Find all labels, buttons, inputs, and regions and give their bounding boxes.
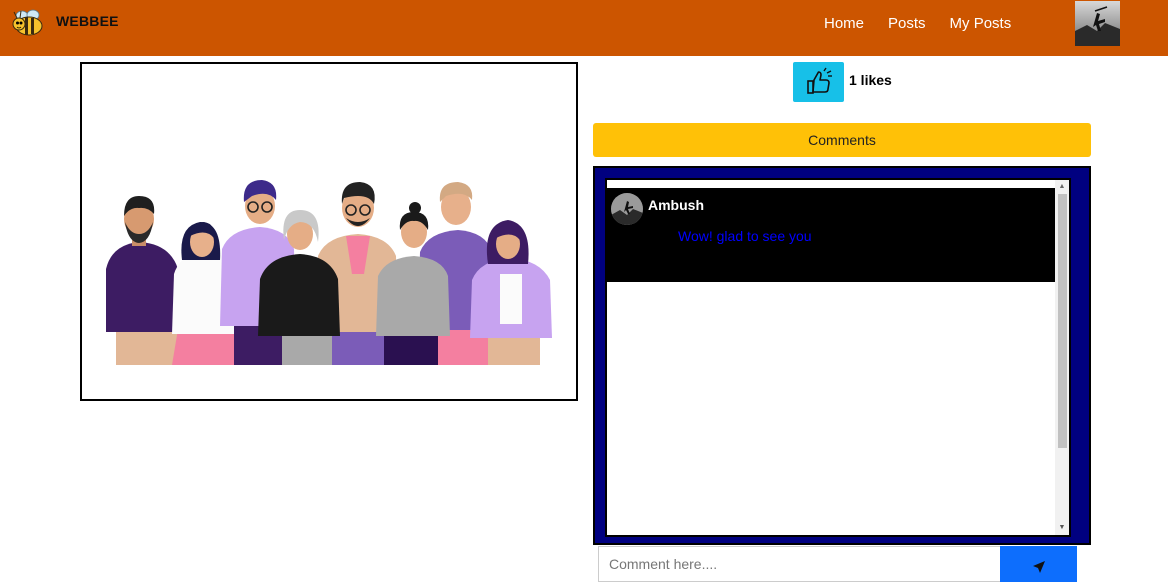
scroll-down-arrow-icon[interactable]: ▼	[1055, 523, 1069, 533]
group-of-people-illustration	[106, 180, 552, 365]
nav-posts-link[interactable]: Posts	[888, 15, 926, 32]
thumbs-up-icon	[806, 67, 832, 94]
nav-home-link[interactable]: Home	[824, 15, 864, 32]
commenter-avatar[interactable]	[611, 193, 643, 225]
comments-list[interactable]: Ambush Wow! glad to see you ▲ ▼	[605, 178, 1071, 537]
brand[interactable]: WEBBEE	[11, 6, 119, 40]
comment-item: Ambush Wow! glad to see you	[607, 188, 1055, 282]
post-image	[80, 62, 578, 401]
comments-scrollbar[interactable]: ▲ ▼	[1055, 180, 1069, 535]
brand-name: WEBBEE	[56, 13, 119, 29]
nav-my-posts-link[interactable]: My Posts	[950, 15, 1012, 32]
navbar: WEBBEE Home Posts My Posts	[0, 0, 1168, 56]
comment-author[interactable]: Ambush	[648, 197, 704, 213]
bee-icon	[12, 9, 43, 36]
likes-count: 1 likes	[849, 72, 892, 88]
send-icon	[1032, 561, 1045, 573]
nav-links: Home Posts My Posts	[824, 15, 1011, 32]
scrollbar-thumb[interactable]	[1058, 194, 1067, 448]
user-avatar[interactable]	[1075, 1, 1120, 46]
like-button[interactable]	[793, 62, 844, 102]
comment-text: Wow! glad to see you	[678, 228, 812, 244]
comments-panel: Ambush Wow! glad to see you ▲ ▼	[593, 166, 1091, 545]
scroll-up-arrow-icon[interactable]: ▲	[1055, 182, 1069, 192]
comments-toggle-button[interactable]: Comments	[593, 123, 1091, 157]
